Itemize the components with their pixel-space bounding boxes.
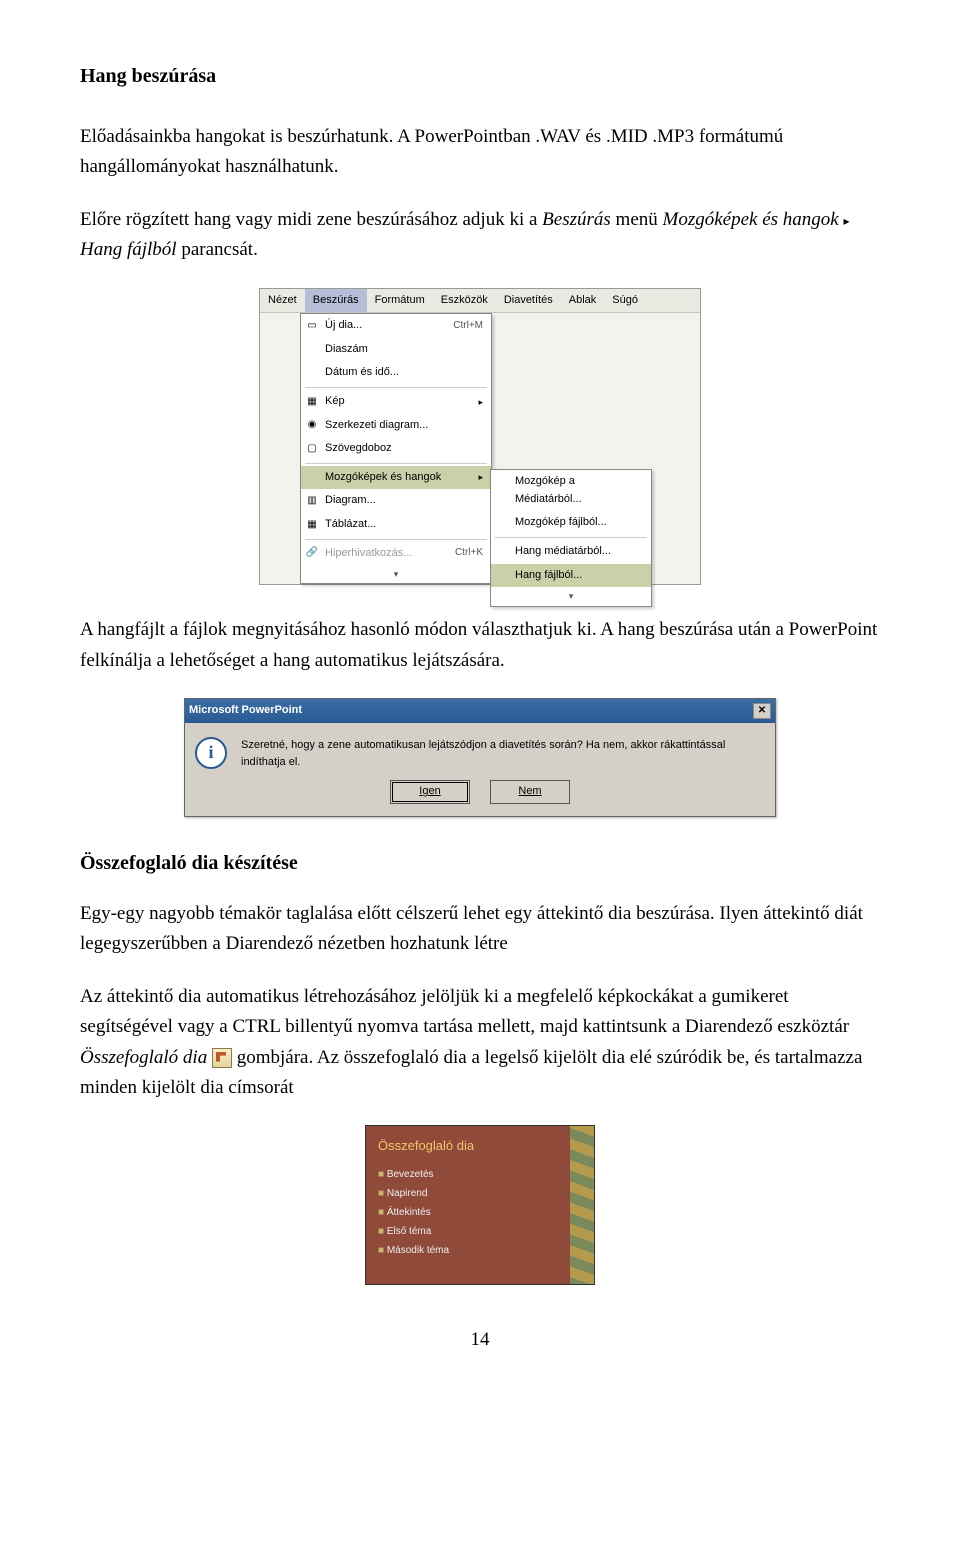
text: menü [616, 209, 663, 230]
slide-title: Összefoglaló dia [378, 1136, 582, 1157]
chart-icon: ▥ [305, 494, 319, 508]
mi-picture[interactable]: ▦ Kép ▸ [301, 390, 491, 414]
slide-decoration [570, 1126, 594, 1284]
menu-formatum[interactable]: Formátum [367, 289, 433, 313]
separator [495, 537, 647, 538]
mi-shortcut: Ctrl+M [453, 318, 483, 334]
slide-bullet: Napirend [378, 1186, 582, 1202]
mi-new-slide[interactable]: ▭ Új dia... Ctrl+M [301, 314, 491, 338]
mi-sound-from-file[interactable]: Hang fájlból... [491, 564, 651, 588]
mi-label: Mozgóképek és hangok [325, 469, 441, 487]
mi-movies-sounds[interactable]: Mozgóképek és hangok ▸ [301, 466, 491, 490]
paragraph-3: A hangfájlt a fájlok megnyitásához hason… [80, 615, 880, 676]
mi-movie-from-clip[interactable]: Mozgókép a Médiatárból... [491, 470, 651, 511]
dialog-message: Szeretné, hogy a zene automatikusan lejá… [241, 737, 765, 772]
diagram-icon: ◉ [305, 418, 319, 432]
mi-label: Diaszám [325, 341, 368, 359]
textbox-icon: ▢ [305, 442, 319, 456]
menu-eszkozok[interactable]: Eszközök [433, 289, 496, 313]
paragraph-1: Előadásainkba hangokat is beszúrhatunk. … [80, 122, 880, 183]
mi-shortcut: Ctrl+K [455, 545, 483, 561]
paragraph-2: Előre rögzített hang vagy midi zene besz… [80, 205, 880, 266]
slide-bullet: Áttekintés [378, 1205, 582, 1221]
mi-slide-number[interactable]: Diaszám [301, 338, 491, 362]
italic-text: Mozgóképek és hangok [663, 209, 839, 230]
slide-bullet: Második téma [378, 1243, 582, 1259]
italic-text: Beszúrás [542, 209, 611, 230]
yes-button[interactable]: Igen [390, 780, 470, 804]
italic-text: Összefoglaló dia [80, 1047, 207, 1068]
summary-slide-toolbar-icon [212, 1048, 232, 1068]
paragraph-4: Egy-egy nagyobb témakör taglalása előtt … [80, 899, 880, 960]
mi-label: Diagram... [325, 492, 376, 510]
mi-textbox[interactable]: ▢ Szövegdoboz [301, 437, 491, 461]
text: parancsát. [181, 239, 257, 260]
table-icon: ▦ [305, 518, 319, 532]
mi-label: Kép [325, 393, 345, 411]
info-icon: i [195, 737, 227, 769]
chevron-right-icon: ▸ [478, 395, 483, 409]
dropdown-beszuras: ▭ Új dia... Ctrl+M Diaszám Dátum és idő.… [300, 313, 492, 584]
mi-label: Szerkezeti diagram... [325, 417, 428, 435]
summary-slide-preview: Összefoglaló dia Bevezetés Napirend Átte… [365, 1125, 595, 1285]
menu-screenshot: Nézet Beszúrás Formátum Eszközök Diavetí… [259, 288, 701, 586]
separator [305, 463, 487, 464]
mi-sound-from-clip[interactable]: Hang médiatárból... [491, 540, 651, 564]
mi-label: Mozgókép fájlból... [515, 514, 607, 532]
dialog-titlebar: Microsoft PowerPoint ✕ [185, 699, 775, 723]
separator [305, 539, 487, 540]
heading-osszefoglalo: Összefoglaló dia készítése [80, 847, 880, 879]
button-label: Nem [518, 783, 541, 801]
mi-chart[interactable]: ▥ Diagram... [301, 489, 491, 513]
mi-label: Mozgókép a Médiatárból... [515, 473, 643, 508]
separator [305, 387, 487, 388]
mi-label: Új dia... [325, 317, 362, 335]
menu-ablak[interactable]: Ablak [561, 289, 605, 313]
heading-hang-beszurasa: Hang beszúrása [80, 60, 880, 92]
italic-text: Hang fájlból [80, 239, 177, 260]
mi-movie-from-file[interactable]: Mozgókép fájlból... [491, 511, 651, 535]
menu-nezet[interactable]: Nézet [260, 289, 305, 313]
expand-chevron-icon[interactable]: ▾ [301, 565, 491, 583]
powerpoint-dialog: Microsoft PowerPoint ✕ i Szeretné, hogy … [184, 698, 776, 817]
menu-beszuras[interactable]: Beszúrás [305, 289, 367, 313]
slide-bullet: Első téma [378, 1224, 582, 1240]
button-label: Igen [419, 783, 440, 801]
mi-hyperlink: 🔗 Hiperhivatkozás... Ctrl+K [301, 542, 491, 566]
chevron-right-icon: ▸ [478, 470, 483, 484]
slide-bullet: Bevezetés [378, 1167, 582, 1183]
mi-label: Dátum és idő... [325, 364, 399, 382]
submenu-movies-sounds: Mozgókép a Médiatárból... Mozgókép fájlb… [490, 469, 652, 606]
mi-label: Hang médiatárból... [515, 543, 611, 561]
mi-label: Táblázat... [325, 516, 376, 534]
paragraph-5: Az áttekintő dia automatikus létrehozásá… [80, 982, 880, 1104]
mi-table[interactable]: ▦ Táblázat... [301, 513, 491, 537]
no-button[interactable]: Nem [490, 780, 570, 804]
hyperlink-icon: 🔗 [305, 546, 319, 560]
mi-struct-diagram[interactable]: ◉ Szerkezeti diagram... [301, 414, 491, 438]
menu-diavetites[interactable]: Diavetítés [496, 289, 561, 313]
text: Az áttekintő dia automatikus létrehozásá… [80, 986, 849, 1037]
mi-label: Hiperhivatkozás... [325, 545, 412, 563]
mi-label: Hang fájlból... [515, 567, 582, 585]
slide-bullets: Bevezetés Napirend Áttekintés Első téma … [378, 1167, 582, 1259]
mi-label: Szövegdoboz [325, 440, 392, 458]
mi-date-time[interactable]: Dátum és idő... [301, 361, 491, 385]
text: Előre rögzített hang vagy midi zene besz… [80, 209, 542, 230]
triangle-icon: ▸ [843, 214, 849, 228]
dialog-title: Microsoft PowerPoint [189, 702, 302, 720]
new-slide-icon: ▭ [305, 319, 319, 333]
close-button[interactable]: ✕ [753, 703, 771, 719]
expand-chevron-icon[interactable]: ▾ [491, 587, 651, 605]
menu-bar: Nézet Beszúrás Formátum Eszközök Diavetí… [260, 289, 700, 314]
picture-icon: ▦ [305, 395, 319, 409]
page-number: 14 [80, 1325, 880, 1355]
menu-sugo[interactable]: Súgó [604, 289, 646, 313]
